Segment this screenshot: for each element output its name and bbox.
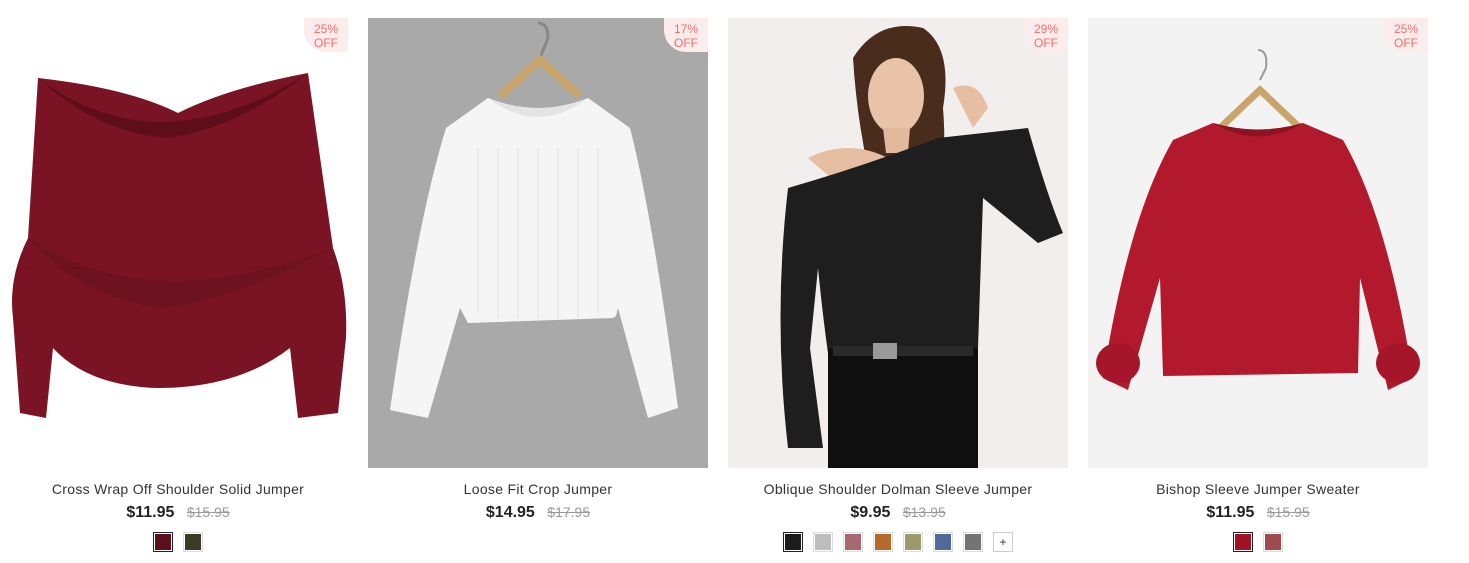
red-bishop-sleeve-sweater-image: [1088, 18, 1428, 468]
discount-percent: 25%: [1393, 22, 1419, 36]
price-row: $11.95 $15.95: [1088, 504, 1428, 522]
product-card[interactable]: 25% OFF Cross Wrap Off Shoulder Solid Ju…: [8, 18, 348, 552]
price-row: $9.95 $13.95: [728, 504, 1068, 522]
product-grid: 25% OFF Cross Wrap Off Shoulder Solid Ju…: [8, 18, 1428, 552]
color-swatch[interactable]: [783, 532, 803, 552]
current-price: $14.95: [485, 504, 535, 521]
original-price: $15.95: [186, 504, 230, 520]
product-image[interactable]: 29% OFF: [728, 18, 1068, 468]
color-swatch[interactable]: [183, 532, 203, 552]
current-price: $11.95: [126, 504, 175, 521]
discount-badge: 25% OFF: [1384, 18, 1428, 52]
color-swatch[interactable]: [843, 532, 863, 552]
burgundy-wrap-jumper-image: [8, 18, 348, 468]
original-price: $15.95: [1266, 504, 1310, 520]
black-dolman-jumper-model-image: [728, 18, 1068, 468]
discount-percent: 29%: [1033, 22, 1059, 36]
price-row: $14.95 $17.95: [368, 504, 708, 522]
color-swatches: [8, 532, 348, 552]
discount-off-label: OFF: [1034, 36, 1058, 50]
product-title[interactable]: Bishop Sleeve Jumper Sweater: [1088, 481, 1428, 497]
product-title[interactable]: Cross Wrap Off Shoulder Solid Jumper: [8, 481, 348, 497]
product-title[interactable]: Oblique Shoulder Dolman Sleeve Jumper: [728, 481, 1068, 497]
original-price: $17.95: [547, 504, 591, 520]
product-card[interactable]: 17% OFF Loose Fit Crop Jumper $14.95 $17…: [368, 18, 708, 552]
color-swatch[interactable]: [903, 532, 923, 552]
discount-badge: 17% OFF: [664, 18, 708, 52]
current-price: $9.95: [850, 504, 891, 521]
color-swatch[interactable]: [933, 532, 953, 552]
color-swatch[interactable]: [1263, 532, 1283, 552]
discount-off-label: OFF: [314, 36, 338, 50]
price-row: $11.95 $15.95: [8, 504, 348, 522]
color-swatch[interactable]: [873, 532, 893, 552]
original-price: $13.95: [902, 504, 946, 520]
product-card[interactable]: 29% OFF Oblique Shoulder Dolman Sleeve J…: [728, 18, 1068, 552]
color-swatch[interactable]: [813, 532, 833, 552]
product-card[interactable]: 25% OFF Bishop Sleeve Jumper Sweater $11…: [1088, 18, 1428, 552]
product-image[interactable]: 17% OFF: [368, 18, 708, 468]
product-title[interactable]: Loose Fit Crop Jumper: [368, 481, 708, 497]
white-crop-jumper-image: [368, 18, 708, 468]
color-swatch[interactable]: [153, 532, 173, 552]
discount-badge: 29% OFF: [1024, 18, 1068, 52]
color-swatches: +: [728, 532, 1068, 552]
color-swatches: [1088, 532, 1428, 552]
product-image[interactable]: 25% OFF: [1088, 18, 1428, 468]
color-swatch[interactable]: [1233, 532, 1253, 552]
discount-percent: 17%: [673, 22, 699, 36]
more-colors-button[interactable]: +: [993, 532, 1013, 552]
discount-badge: 25% OFF: [304, 18, 348, 52]
discount-percent: 25%: [313, 22, 339, 36]
product-image[interactable]: 25% OFF: [8, 18, 348, 468]
discount-off-label: OFF: [1394, 36, 1418, 50]
current-price: $11.95: [1206, 504, 1255, 521]
color-swatch[interactable]: [963, 532, 983, 552]
discount-off-label: OFF: [674, 36, 698, 50]
